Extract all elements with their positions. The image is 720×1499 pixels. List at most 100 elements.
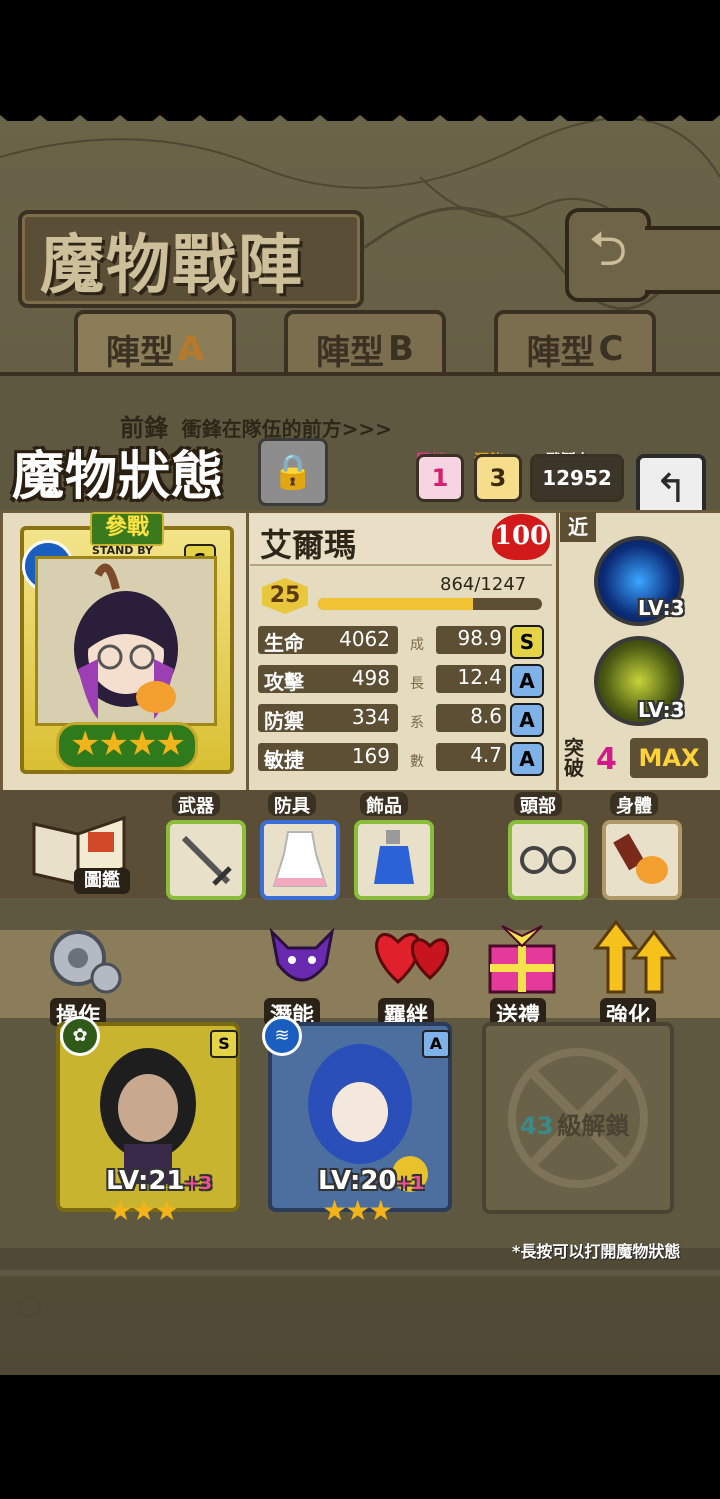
stat-value: 498 — [351, 666, 390, 690]
armor-label: 防具 — [268, 792, 316, 817]
enhance-button[interactable] — [590, 918, 680, 998]
breakthrough-char: 破 — [564, 756, 584, 780]
breakthrough-label: 突 破 — [564, 738, 590, 778]
tab-label: 陣型 — [105, 332, 174, 373]
growth-char: 成 — [410, 637, 424, 653]
growth-char: 系 — [410, 715, 424, 731]
rank-badge: A — [422, 1030, 450, 1058]
stat-name: 敏捷 — [264, 748, 304, 772]
exp-bar-fill — [318, 598, 473, 610]
stat-grade-badge: A — [510, 703, 544, 737]
stat-value: 169 — [351, 744, 390, 768]
gauntlet-icon — [613, 833, 668, 884]
tab-letter: C — [598, 329, 624, 369]
monster-status-title: 魔物狀態 — [12, 446, 225, 507]
breakthrough-char: 突 — [564, 736, 584, 760]
glasses-icon — [520, 846, 576, 874]
stat-name: 防禦 — [264, 709, 304, 733]
locked-slot[interactable]: 43 級解鎖 — [482, 1022, 674, 1214]
character-name: 艾爾瑪 — [260, 526, 357, 564]
growth-char: 長 — [410, 676, 424, 692]
potential-value: 3 — [474, 454, 522, 502]
potential-button[interactable] — [262, 918, 342, 998]
stat-label-box: 敏捷 169 — [258, 743, 398, 772]
affection-heart: 100 — [492, 514, 550, 560]
weapon-slot[interactable] — [166, 820, 246, 900]
monster-stars: ★★★ — [108, 1194, 179, 1227]
character-stars: ★★★★ — [70, 724, 186, 764]
monster-level-value: LV:21 — [106, 1166, 185, 1196]
return-arrow-icon: ↰ — [654, 466, 688, 512]
stat-growth: 4.7 — [436, 743, 506, 771]
weapon-label: 武器 — [172, 792, 220, 817]
breakthrough-value: 4 — [596, 742, 617, 777]
stat-label-box: 防禦 334 — [258, 704, 398, 733]
exp-bar — [318, 598, 542, 610]
tab-letter: A — [177, 329, 205, 369]
armor-slot[interactable] — [260, 820, 340, 900]
character-portrait — [35, 556, 217, 726]
stat-label-box: 生命 4062 — [258, 626, 398, 655]
stat-name: 生命 — [264, 631, 304, 655]
body-label: 身體 — [610, 792, 658, 817]
tab-label: 陣型 — [526, 332, 595, 373]
stat-value: 4062 — [339, 627, 390, 651]
dress-icon — [272, 831, 328, 887]
torn-edge-top — [0, 97, 720, 121]
stand-by-label: 參戰 — [90, 512, 164, 546]
gift-icon — [488, 925, 556, 994]
monster-level-bonus: +1 — [396, 1173, 425, 1194]
lock-button[interactable]: 🔒 — [258, 438, 328, 506]
book-label: 圖鑑 — [74, 868, 130, 894]
monster-stars: ★★★ — [322, 1194, 393, 1227]
rank-badge: S — [210, 1030, 238, 1058]
exp-text: 864/1247 — [440, 574, 527, 595]
gear-icon — [50, 930, 122, 994]
stat-grade-badge: A — [510, 742, 544, 776]
return-arrow-icon: ⮌ — [588, 220, 628, 277]
stat-label-box: 攻擊 498 — [258, 665, 398, 694]
monster-level-value: LV:20 — [318, 1166, 397, 1196]
nature-element-icon: ✿ — [60, 1016, 100, 1056]
power-value: 12952 — [530, 454, 624, 502]
head-slot[interactable] — [508, 820, 588, 900]
sword-icon — [181, 835, 232, 886]
lock-icon: 🔒 — [271, 452, 315, 492]
stat-grade-badge: A — [510, 664, 544, 698]
back-button[interactable]: ⮌ — [565, 208, 651, 302]
accessory-slot[interactable] — [354, 820, 434, 900]
long-press-hint: *長按可以打開魔物狀態 — [512, 1242, 681, 1261]
stat-name: 攻擊 — [264, 670, 304, 694]
monster-level-bonus: +3 — [184, 1173, 213, 1194]
arrows-up-icon — [592, 919, 678, 994]
bond-value: 1 — [416, 454, 464, 502]
demon-icon — [269, 927, 335, 982]
range-label: 近 — [560, 512, 596, 542]
stat-value: 334 — [351, 705, 390, 729]
body-slot[interactable] — [602, 820, 682, 900]
unlock-text: 43 級解鎖 — [520, 1106, 629, 1141]
growth-char: 數 — [410, 754, 424, 770]
head-label: 頭部 — [514, 792, 562, 817]
bond-button[interactable] — [368, 920, 458, 1000]
page-title: 魔物戰陣 — [40, 228, 304, 303]
stat-growth: 98.9 — [436, 626, 506, 654]
unlock-level: 43 — [520, 1112, 554, 1140]
hearts-icon — [375, 933, 450, 985]
skill-level: LV:3 — [638, 698, 685, 722]
potion-icon — [374, 830, 414, 884]
stat-growth: 8.6 — [436, 704, 506, 732]
max-badge: MAX — [630, 738, 708, 778]
monster-level: LV:21+3 — [106, 1166, 212, 1196]
stat-grade-badge: S — [510, 625, 544, 659]
gift-button[interactable] — [480, 918, 564, 998]
accessory-label: 飾品 — [360, 792, 408, 817]
water-element-icon: ≋ — [262, 1016, 302, 1056]
unlock-label: 級解鎖 — [557, 1112, 630, 1140]
tab-letter: B — [388, 329, 414, 369]
operate-button[interactable] — [42, 920, 126, 998]
tab-label: 陣型 — [316, 332, 385, 373]
skill-level: LV:3 — [638, 596, 685, 620]
monster-level: LV:20+1 — [318, 1166, 424, 1196]
title-rail — [645, 226, 720, 294]
